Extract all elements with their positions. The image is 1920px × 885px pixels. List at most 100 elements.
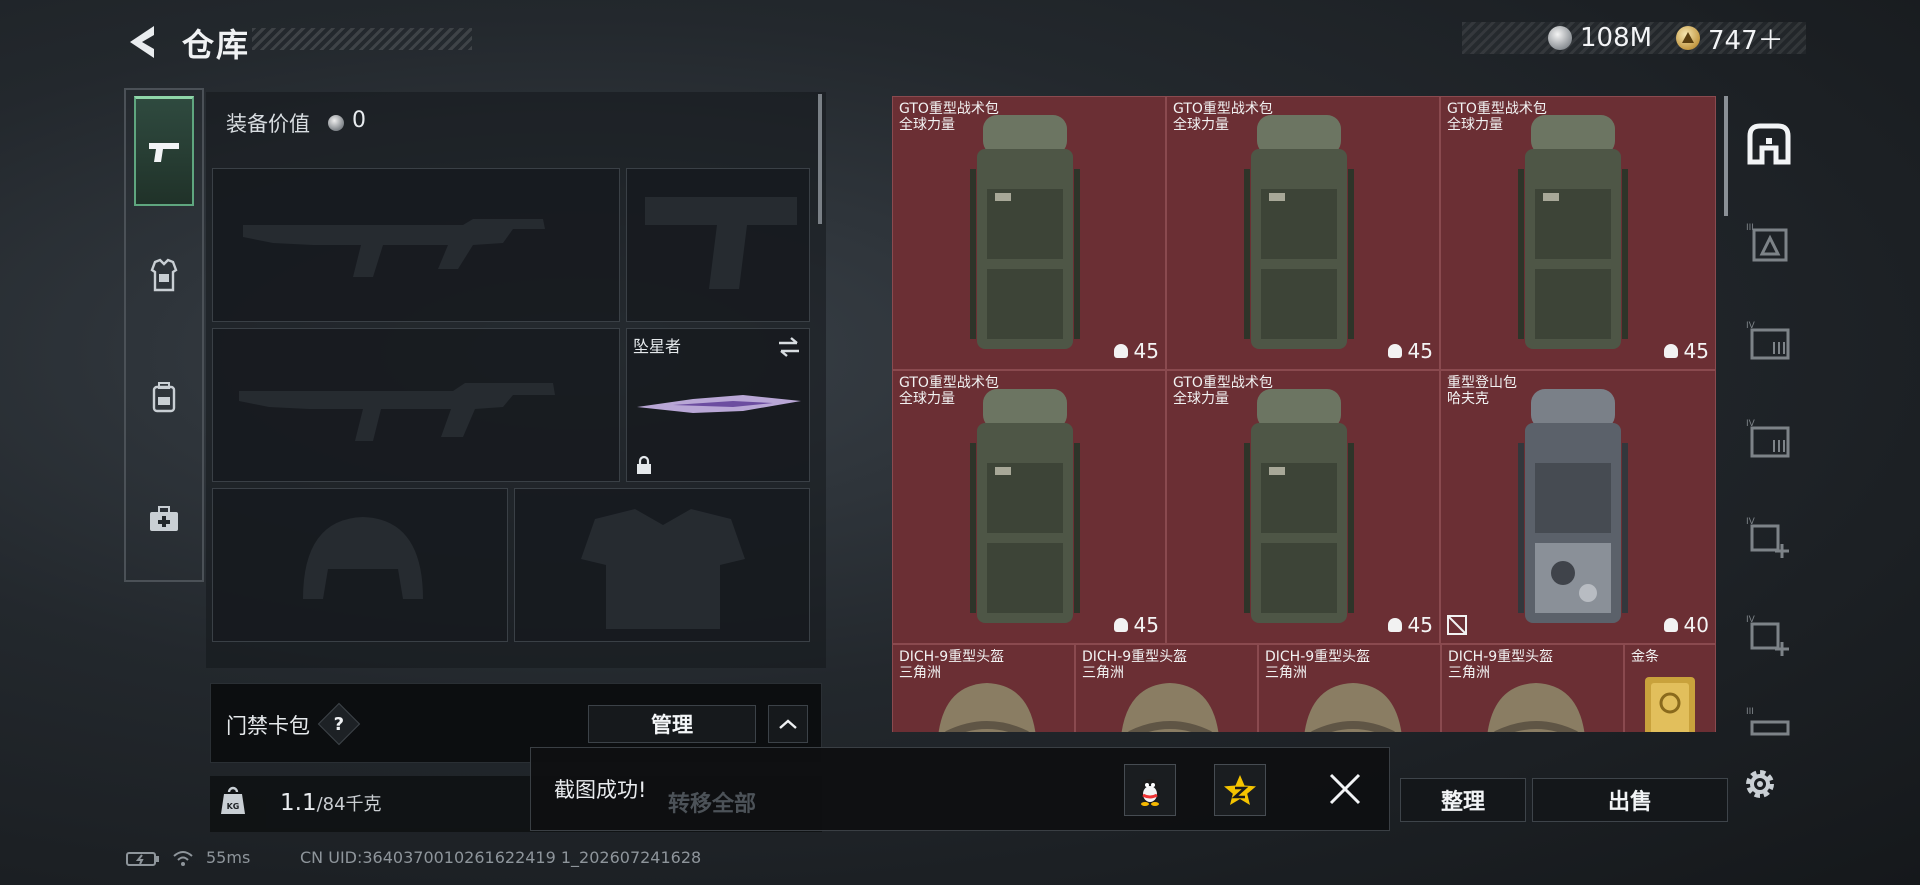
- durability: 45: [1387, 613, 1433, 637]
- stash-tab-2-icon[interactable]: III: [1746, 220, 1792, 266]
- backpack-item-icon: [1244, 115, 1354, 349]
- svg-text:III: III: [1746, 707, 1754, 717]
- swap-icon[interactable]: [775, 335, 803, 359]
- item-name: GTO重型战术包 全球力量: [899, 375, 999, 407]
- melee-item-name: 坠星者: [633, 337, 682, 356]
- stash-item[interactable]: DICH-9重型头盔 三角洲: [1441, 644, 1624, 732]
- rail-item-weapons[interactable]: [134, 96, 194, 206]
- backpack-item-icon: [970, 115, 1080, 349]
- item-name: 金条: [1631, 649, 1659, 665]
- backpack-item-icon: [1244, 389, 1354, 623]
- silver-currency: 108M: [1548, 22, 1652, 54]
- weight-icon: KG: [221, 786, 245, 814]
- equipment-scrollbar[interactable]: [818, 94, 822, 224]
- close-icon[interactable]: [1328, 772, 1362, 806]
- rifle-silhouette-icon: [239, 383, 555, 441]
- category-rail: [124, 88, 204, 582]
- durability: 45: [1113, 613, 1159, 637]
- gold-coin-icon: [1676, 26, 1700, 50]
- item-name: GTO重型战术包 全球力量: [1173, 101, 1273, 133]
- stash-item[interactable]: DICH-9重型头盔 三角洲: [1258, 644, 1441, 732]
- item-name: DICH-9重型头盔 三角洲: [1082, 649, 1188, 681]
- stash-grid: GTO重型战术包 全球力量 45 GTO重型战术包 全球力量 45 GTO重型战…: [892, 96, 1716, 732]
- silver-amount: 108M: [1580, 23, 1653, 53]
- item-name: DICH-9重型头盔 三角洲: [899, 649, 1005, 681]
- primary-weapon-slot[interactable]: [212, 168, 620, 322]
- backpack-icon: [152, 382, 176, 413]
- transfer-all-button[interactable]: 转移全部: [668, 786, 756, 818]
- ping-text: 55ms: [206, 848, 251, 867]
- pistol-icon: [149, 142, 179, 162]
- stash-tab-3-icon[interactable]: IV: [1746, 318, 1792, 364]
- stash-add-1-icon[interactable]: IV: [1746, 514, 1792, 560]
- helmet-slot[interactable]: [212, 488, 508, 642]
- secondary-weapon-slot[interactable]: [212, 328, 620, 482]
- stash-item[interactable]: GTO重型战术包 全球力量 45: [892, 96, 1166, 370]
- gold-currency[interactable]: 747＋: [1676, 22, 1784, 56]
- helmet-item-icon: [1304, 683, 1402, 732]
- helmet-item-icon: [1121, 683, 1219, 732]
- toast-message: 截图成功!: [554, 778, 647, 802]
- item-name: 重型登山包 哈夫克: [1447, 375, 1517, 407]
- organize-button[interactable]: 整理: [1400, 778, 1526, 822]
- silver-coin-icon: [1548, 26, 1572, 50]
- melee-slot[interactable]: 坠星者: [626, 328, 810, 482]
- armor-vest-icon: [150, 258, 178, 292]
- back-arrow-icon[interactable]: [124, 22, 160, 62]
- carry-weight: 1.1/84千克: [280, 790, 382, 816]
- helmet-item-icon: [1487, 683, 1585, 732]
- rail-item-backpack[interactable]: [134, 342, 194, 452]
- sell-button[interactable]: 出售: [1532, 778, 1728, 822]
- collapse-button[interactable]: [768, 705, 808, 743]
- item-name: GTO重型战术包 全球力量: [1173, 375, 1273, 407]
- durability-icon: [1113, 344, 1128, 358]
- durability-icon: [1387, 618, 1402, 632]
- rail-item-armor[interactable]: [134, 220, 194, 330]
- equipment-value-label: 装备价值: [226, 112, 310, 136]
- stash-item[interactable]: GTO重型战术包 全球力量 45: [1166, 96, 1440, 370]
- backpack-item-icon: [970, 389, 1080, 623]
- stash-main-icon[interactable]: [1746, 122, 1792, 168]
- helmet-item-icon: [938, 683, 1036, 732]
- body-armor-slot[interactable]: [514, 488, 810, 642]
- stash-item[interactable]: GTO重型战术包 全球力量 45: [892, 370, 1166, 644]
- battery-icon: [126, 852, 159, 866]
- stash-add-2-icon[interactable]: IV: [1746, 612, 1792, 658]
- helmet-silhouette-icon: [303, 517, 423, 599]
- durability: 45: [1663, 339, 1709, 363]
- item-name: DICH-9重型头盔 三角洲: [1265, 649, 1371, 681]
- durability-icon: [1387, 344, 1402, 358]
- weight-current: 1.1: [280, 790, 317, 816]
- backpack-item-icon: [1518, 115, 1628, 349]
- stash-tab-4-icon[interactable]: IV: [1746, 416, 1792, 462]
- weight-max: /84千克: [316, 794, 382, 815]
- stash-item[interactable]: GTO重型战术包 全球力量 45: [1440, 96, 1716, 370]
- stash-item[interactable]: DICH-9重型头盔 三角洲: [892, 644, 1075, 732]
- qq-penguin-icon: [1140, 779, 1160, 806]
- rail-item-medkit[interactable]: [134, 464, 194, 574]
- gold-amount: 747＋: [1708, 25, 1784, 56]
- stash-tab-7-icon[interactable]: III: [1746, 704, 1792, 750]
- armor-silhouette-icon: [581, 509, 745, 629]
- pistol-silhouette-icon: [645, 197, 797, 289]
- share-qq-button[interactable]: [1124, 764, 1176, 816]
- share-qzone-button[interactable]: [1214, 764, 1266, 816]
- pistol-slot[interactable]: [626, 168, 810, 322]
- stash-item[interactable]: DICH-9重型头盔 三角洲: [1075, 644, 1258, 732]
- durability: 40: [1663, 613, 1709, 637]
- lock-icon: [637, 455, 651, 474]
- not-tradeable-icon: [1447, 615, 1467, 635]
- manage-button[interactable]: 管理: [588, 705, 756, 743]
- equipment-value: 0: [352, 108, 366, 133]
- durability: 45: [1113, 339, 1159, 363]
- durability-icon: [1663, 618, 1678, 632]
- uid-text: CN UID:3640370010261622419 1_20260724162…: [300, 848, 702, 867]
- camo-backpack-item-icon: [1518, 389, 1628, 623]
- stash-item[interactable]: GTO重型战术包 全球力量 45: [1166, 370, 1440, 644]
- item-name: DICH-9重型头盔 三角洲: [1448, 649, 1554, 681]
- stash-item[interactable]: 重型登山包 哈夫克 40: [1440, 370, 1716, 644]
- access-card-label: 门禁卡包: [226, 714, 310, 738]
- stash-item[interactable]: 金条: [1624, 644, 1716, 732]
- gear-icon[interactable]: [1740, 764, 1780, 804]
- rifle-silhouette-icon: [243, 219, 545, 277]
